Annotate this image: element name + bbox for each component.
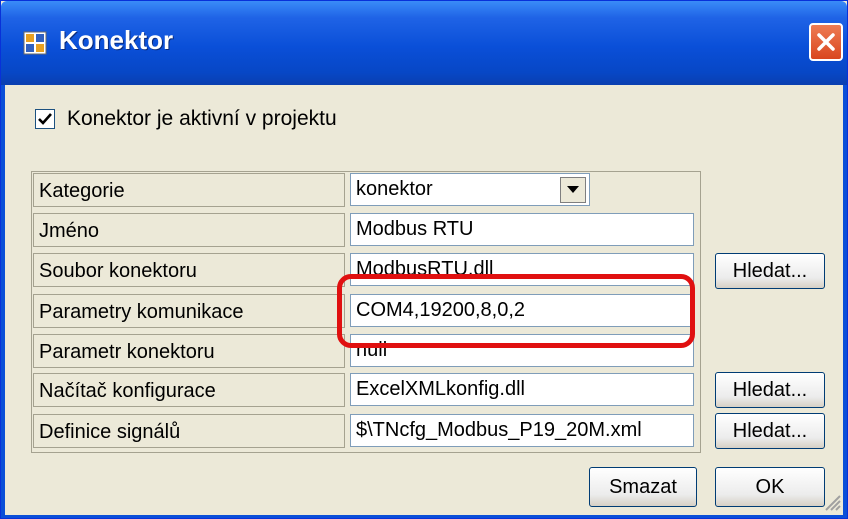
delete-button[interactable]: Smazat (589, 467, 697, 507)
checkmark-icon (38, 113, 52, 125)
window-title: Konektor (59, 25, 174, 55)
row-definice-signalu: Definice signálů $\TNcfg_Modbus_P19_20M.… (33, 414, 701, 448)
kategorie-value: konektor (356, 178, 433, 200)
ok-button[interactable]: OK (715, 467, 825, 507)
konektor-dialog: Konektor Konektor je aktivní v projektu … (0, 0, 848, 519)
active-checkbox-label: Konektor je aktivní v projektu (67, 107, 337, 130)
window-border-right (843, 85, 847, 518)
row-label: Definice signálů (33, 414, 345, 448)
window-border-left (1, 85, 5, 518)
combo-dropdown-button[interactable] (560, 177, 586, 203)
window-border-bottom (1, 515, 847, 518)
row-label: Parametry komunikace (33, 294, 345, 328)
kategorie-combo[interactable]: konektor (350, 173, 590, 206)
title-bar[interactable]: Konektor (1, 1, 847, 85)
jmeno-input[interactable]: Modbus RTU (350, 213, 694, 246)
definice-signalu-input[interactable]: $\TNcfg_Modbus_P19_20M.xml (350, 414, 694, 447)
highlight-annotation (337, 274, 695, 348)
row-label: Kategorie (33, 173, 345, 207)
nacitac-konfigurace-input[interactable]: ExcelXMLkonfig.dll (350, 373, 694, 406)
browse-signal-definition-button[interactable]: Hledat... (715, 413, 825, 449)
active-checkbox[interactable] (35, 109, 55, 129)
row-label: Jméno (33, 213, 345, 247)
row-nacitac-konfigurace: Načítač konfigurace ExcelXMLkonfig.dll (33, 373, 701, 407)
chevron-down-icon (567, 186, 579, 193)
close-button[interactable] (809, 23, 843, 61)
row-label: Soubor konektoru (33, 253, 345, 287)
resize-grip-icon[interactable] (823, 493, 841, 511)
active-checkbox-row[interactable]: Konektor je aktivní v projektu (35, 107, 337, 130)
row-label: Načítač konfigurace (33, 373, 345, 407)
browse-config-loader-button[interactable]: Hledat... (715, 372, 825, 408)
row-jmeno: Jméno Modbus RTU (33, 213, 701, 247)
browse-connector-file-button[interactable]: Hledat... (715, 253, 825, 289)
row-label: Parametr konektoru (33, 334, 345, 368)
row-kategorie: Kategorie konektor (33, 173, 701, 207)
window-app-icon (23, 31, 47, 55)
close-icon (817, 33, 835, 51)
